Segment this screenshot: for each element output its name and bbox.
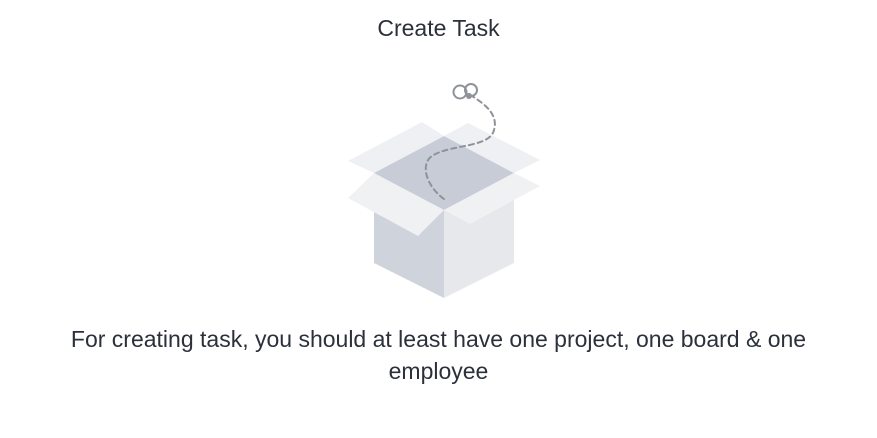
page-title: Create Task [377,15,500,41]
empty-box-illustration [340,78,550,303]
empty-box-icon [348,83,540,298]
empty-state-message: For creating task, you should at least h… [70,326,807,384]
